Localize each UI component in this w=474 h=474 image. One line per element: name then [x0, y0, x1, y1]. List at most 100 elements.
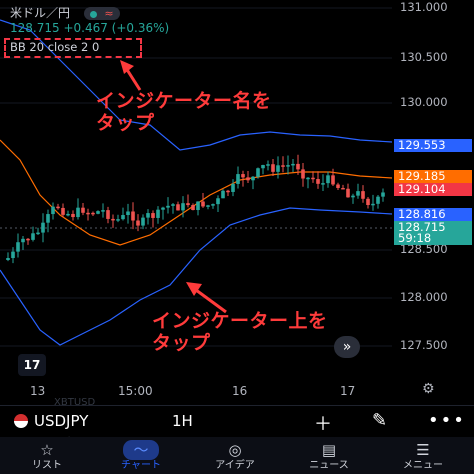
tradingview-logo: 17: [18, 354, 46, 376]
candle-body: [141, 217, 145, 226]
candle-body: [321, 183, 325, 185]
candle-body: [296, 163, 300, 170]
candle-body: [6, 258, 10, 260]
candle-body: [241, 174, 245, 178]
annotation-top: インジケーター名を タップ: [96, 90, 272, 134]
candle-body: [166, 205, 170, 208]
candle-body: [191, 205, 195, 211]
price-tick: 131.000: [400, 0, 448, 14]
candle-body: [286, 165, 290, 167]
candle-body: [11, 251, 15, 259]
candle-body: [341, 187, 345, 190]
candle-body: [116, 219, 120, 221]
nav-item-news[interactable]: ▤ ニュース: [282, 437, 376, 474]
time-label: 17: [340, 384, 356, 398]
annotation-top-line2: タップ: [96, 112, 155, 134]
candle-body: [31, 233, 35, 240]
indicator-legend-bb[interactable]: BB 20 close 2 0: [10, 40, 99, 54]
candle-body: [146, 213, 150, 218]
plus-icon[interactable]: ＋: [314, 410, 332, 436]
candle-body: [376, 196, 380, 204]
price-tick: 128.000: [400, 290, 448, 304]
candle-body: [216, 198, 220, 205]
candle-body: [331, 175, 335, 185]
pen-icon[interactable]: ✎: [372, 410, 387, 431]
candle-body: [96, 211, 100, 214]
candle-body: [231, 183, 235, 192]
candle-body: [271, 164, 275, 172]
candle-body: [126, 211, 130, 216]
candle-body: [211, 204, 215, 206]
nav-item-menu[interactable]: ☰ メニュー: [376, 437, 470, 474]
candle-body: [306, 177, 310, 180]
bid-price-tag: 129.104: [394, 183, 472, 196]
candle-body: [351, 195, 355, 198]
candle-body: [101, 210, 105, 212]
menu-icon: ☰: [416, 441, 430, 459]
time-label: 15:00: [118, 384, 153, 398]
candle-body: [26, 238, 30, 241]
candle-body: [61, 207, 65, 215]
candle-body: [136, 220, 140, 226]
chart-settings-gear-icon[interactable]: ⚙: [422, 381, 435, 397]
candle-body: [261, 165, 265, 169]
nav-label: チャート: [121, 460, 161, 471]
timeframe-button[interactable]: 1H: [172, 412, 193, 430]
candle-body: [56, 206, 60, 209]
star-icon: ☆: [40, 441, 54, 459]
scroll-to-realtime-button[interactable]: »: [334, 336, 360, 358]
candle-body: [91, 212, 95, 215]
candle-body: [266, 164, 270, 166]
candle-body: [176, 204, 180, 211]
candle-body: [51, 206, 55, 215]
nav-item-chart[interactable]: 〜 チャート: [94, 437, 188, 474]
price-tick: 127.500: [400, 338, 448, 352]
price-tick: 130.500: [400, 50, 448, 64]
time-label: 13: [30, 384, 46, 398]
chart-icon: 〜: [123, 440, 159, 460]
candle-body: [66, 213, 70, 216]
annotation-bottom: インジケーター上を タップ: [152, 310, 328, 354]
candle-body: [366, 198, 370, 206]
basis-line: [0, 139, 393, 246]
candle-body: [336, 184, 340, 188]
candle-body: [36, 232, 40, 235]
candle-body: [86, 212, 90, 215]
candle-body: [46, 214, 50, 223]
chart-area[interactable]: 米ドル／円 ≈ 128.715 +0.467 (+0.36%) BB 20 cl…: [0, 0, 474, 405]
candle-body: [121, 215, 125, 220]
candle-body: [316, 179, 320, 184]
market-status-pill[interactable]: ≈: [83, 7, 120, 20]
flag-icon: [14, 414, 28, 428]
nav-label: リスト: [32, 460, 62, 471]
nav-item-ideas[interactable]: ◎ アイデア: [188, 437, 282, 474]
candle-body: [156, 209, 160, 218]
candle-body: [16, 242, 20, 252]
annotation-bottom-line1: インジケーター上を: [152, 310, 328, 332]
symbol-button[interactable]: USDJPY: [34, 412, 88, 430]
candle-body: [111, 218, 115, 221]
candle-body: [291, 163, 295, 166]
candle-body: [346, 188, 350, 198]
candle-body: [246, 177, 250, 181]
annotation-top-line1: インジケーター名を: [96, 90, 272, 112]
annotation-arrow-top: [124, 67, 142, 91]
upper-band-tag: 129.553: [394, 139, 472, 152]
candle-body: [361, 191, 365, 199]
candle-body: [81, 207, 85, 213]
candle-body: [106, 210, 110, 219]
time-label: 16: [232, 384, 248, 398]
candle-body: [171, 204, 175, 206]
nav-item-list[interactable]: ☆ リスト: [0, 437, 94, 474]
candle-body: [276, 165, 280, 172]
candle-body: [21, 238, 25, 243]
more-icon[interactable]: •••: [428, 410, 466, 431]
symbol-info: 米ドル／円 ≈ 128.715 +0.467 (+0.36%): [10, 4, 169, 35]
nav-label: メニュー: [403, 460, 443, 471]
market-open-dot: [89, 10, 97, 18]
candle-body: [161, 207, 165, 210]
candle-body: [41, 222, 45, 233]
bulb-icon: ◎: [228, 441, 242, 459]
annotation-arrow-bottom: [195, 288, 227, 314]
candle-body: [326, 175, 330, 184]
